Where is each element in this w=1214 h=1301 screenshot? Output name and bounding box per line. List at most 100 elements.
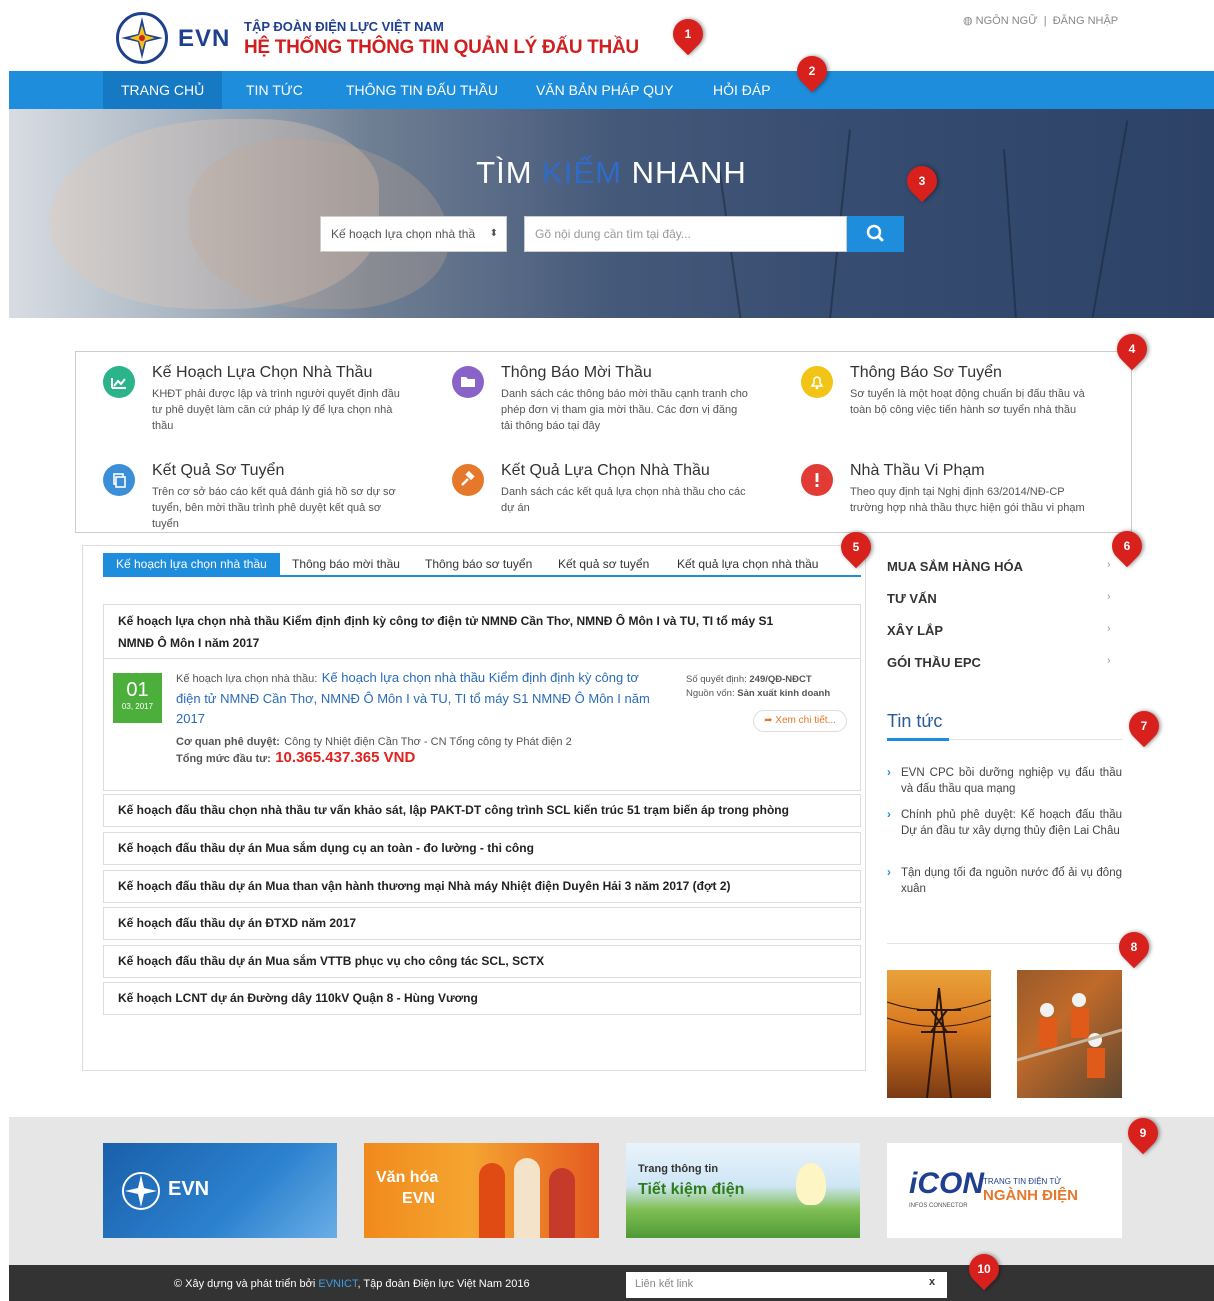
featured-title-line1: Kế hoạch lựa chọn nhà thầu Kiểm định địn… [118,614,774,628]
copyright: © Xây dựng và phát triển bởi EVNICT, Tập… [174,1278,530,1290]
service-desc: Theo quy định tại Nghị định 63/2014/NĐ-C… [850,486,1085,514]
service-desc: Sơ tuyển là một hoạt động chuẩn bị đấu t… [850,388,1085,416]
banner-evn[interactable]: EVN [103,1143,337,1238]
decision-value: 249/QĐ-NĐCT [749,674,812,685]
annotation-marker: 2 [790,49,834,93]
quick-search-hero: TÌM KIẾM NHANH Kế hoạch lựa chọn nhà thầ… [9,109,1214,318]
service-title: Thông Báo Mời Thầu [501,364,652,381]
system-name: HỆ THỐNG THÔNG TIN QUẢN LÝ ĐẤU THẦU [244,37,639,58]
annotation-marker: 10 [962,1247,1006,1291]
service-desc: Danh sách các kết quả lựa chọn nhà thầu … [501,486,746,514]
featured-title-line2: NMNĐ Ô Môn I năm 2017 [118,636,260,650]
service-title: Thông Báo Sơ Tuyển [850,364,1002,381]
plan-item[interactable]: Kế hoạch đấu thầu dự án Mua than vận hàn… [103,870,861,903]
banner-icon-news[interactable]: iCON INFOS CONNECTOR TRANG TIN ĐIỆN TỬ N… [887,1143,1122,1238]
chevron-right-icon: › [1107,559,1111,571]
clear-icon[interactable]: x [929,1276,935,1288]
search-input[interactable]: Gõ nội dung cần tìm tại đây... [524,216,847,252]
nav-item-news[interactable]: TIN TỨC [246,71,303,109]
tab-selection-result[interactable]: Kết quả lựa chọn nhà thầu [677,553,818,575]
news-item[interactable]: › Tận dụng tối đa nguồn nước đổ ải vụ đô… [887,865,1122,897]
hero-title-right: NHANH [631,155,747,190]
tab-bar: Kế hoạch lựa chọn nhà thầu Thông báo mời… [103,553,861,577]
link-select-placeholder: Liên kết link [635,1278,694,1290]
category-label: GÓI THẦU EPC [887,655,981,670]
total-value: 10.365.437.365 VND [275,749,416,766]
banner-culture-line2: EVN [402,1190,435,1207]
search-type-select[interactable]: Kế hoạch lựa chọn nhà thầ ⬍ [320,216,507,252]
plan-info: Kế hoạch lựa chọn nhà thầu: Kế hoạch lựa… [176,668,666,729]
chevron-right-icon: › [887,867,891,879]
language-link[interactable]: NGÔN NGỮ [976,15,1038,27]
category-construction[interactable]: XÂY LẮP › [887,623,1117,638]
hero-title: TÌM KIẾM NHANH [9,155,1214,191]
annotation-marker: 3 [900,159,944,203]
chart-icon [103,366,135,398]
chevron-right-icon: › [1107,655,1111,667]
copyright-suffix: , Tập đoàn Điện lực Việt Nam 2016 [357,1278,530,1290]
category-consulting[interactable]: TƯ VẤN › [887,591,1117,606]
gallery-image-workers[interactable] [1017,970,1122,1098]
view-detail-button[interactable]: ➦ Xem chi tiết... [753,710,847,732]
news-underline [887,738,949,741]
globe-icon: ◍ [963,15,973,27]
plan-item[interactable]: Kế hoạch đấu thầu chọn nhà thầu tư vấn k… [103,794,861,827]
copyright-prefix: © Xây dựng và phát triển bởi [174,1278,319,1290]
banner-energy-saving[interactable]: Trang thông tin Tiết kiệm điện [626,1143,860,1238]
approver-row: Cơ quan phê duyệt: Công ty Nhiệt điện Cầ… [176,732,572,750]
gavel-icon [452,464,484,496]
evnict-link[interactable]: EVNICT [318,1278,357,1290]
news-item[interactable]: › Chính phủ phê duyệt: Kế hoạch đấu thầu… [887,807,1122,839]
hero-title-left: TÌM [476,155,533,190]
evn-logo-icon[interactable] [116,12,168,64]
tab-prequal-result[interactable]: Kết quả sơ tuyển [558,553,649,575]
org-name: TẬP ĐOÀN ĐIỆN LỰC VIỆT NAM [244,19,444,34]
banner-culture[interactable]: Văn hóa EVN [364,1143,599,1238]
category-epc[interactable]: GÓI THẦU EPC › [887,655,1117,670]
person-figure [549,1168,575,1238]
service-title: Kết Quả Sơ Tuyển [152,462,285,479]
tab-bid-invitation[interactable]: Thông báo mời thầu [292,553,400,575]
site-footer: © Xây dựng và phát triển bởi EVNICT, Tập… [9,1265,1214,1301]
news-item[interactable]: › EVN CPC bồi dưỡng nghiệp vụ đấu thầu v… [887,765,1122,797]
plan-item[interactable]: Kế hoạch đấu thầu dự án Mua sắm dụng cụ … [103,832,861,865]
plan-item[interactable]: Kế hoạch LCNT dự án Đường dây 110kV Quận… [103,982,861,1015]
category-goods[interactable]: MUA SẮM HÀNG HÓA › [887,559,1117,574]
banner-icon-line1: TRANG TIN ĐIỆN TỬ [983,1177,1062,1186]
search-button[interactable] [847,216,904,252]
plan-item[interactable]: Kế hoạch đấu thầu dự án Mua sắm VTTB phụ… [103,945,861,978]
banner-culture-line1: Văn hóa [376,1169,439,1186]
tab-bidding-plan[interactable]: Kế hoạch lựa chọn nhà thầu [103,553,280,575]
search-icon [866,224,884,242]
logo-text[interactable]: EVN [178,25,230,53]
copy-icon [103,464,135,496]
separator: | [1043,15,1047,27]
service-desc: Trên cơ sở báo cáo kết quả đánh giá hồ s… [152,486,396,530]
tab-prequalification[interactable]: Thông báo sơ tuyển [425,553,532,575]
plan-item-title: Kế hoạch đấu thầu dự án Mua than vận hàn… [118,879,731,893]
main-nav: TRANG CHỦ TIN TỨC THÔNG TIN ĐẤU THẦU VĂN… [9,71,1214,109]
news-item-text: EVN CPC bồi dưỡng nghiệp vụ đấu thầu và … [901,767,1122,795]
login-link[interactable]: ĐĂNG NHẬP [1053,15,1118,27]
service-title: Kết Quả Lựa Chọn Nhà Thầu [501,462,710,479]
hero-title-mid: KIẾM [542,155,622,190]
plan-item[interactable]: Kế hoạch đấu thầu dự án ĐTXD năm 2017 [103,907,861,940]
bell-icon [801,366,833,398]
gallery-image-power-tower[interactable] [887,970,991,1098]
nav-item-home[interactable]: TRANG CHỦ [103,71,223,109]
service-desc: Danh sách các thông báo mời thầu cạnh tr… [501,388,748,432]
plan-label: Kế hoạch lựa chọn nhà thầu: [176,673,318,685]
news-item-text: Chính phủ phê duyệt: Kế hoạch đấu thầu D… [901,809,1122,837]
nav-item-legal-docs[interactable]: VĂN BẢN PHÁP QUY [536,71,673,109]
decision-row: Số quyết định: 249/QĐ-NĐCT [686,674,812,685]
nav-item-bidding-info[interactable]: THÔNG TIN ĐẤU THẦU [346,71,498,109]
source-value: Sản xuất kinh doanh [737,688,831,699]
chevron-right-icon: › [1107,623,1111,635]
featured-plan-header[interactable]: Kế hoạch lựa chọn nhà thầu Kiểm định địn… [103,604,861,659]
plan-item-title: Kế hoạch đấu thầu dự án Mua sắm VTTB phụ… [118,954,545,968]
nav-item-faq[interactable]: HỎI ĐÁP [713,71,771,109]
source-label: Nguồn vốn: [686,688,735,699]
link-select[interactable]: Liên kết link x [626,1272,947,1298]
total-row: Tổng mức đầu tư: 10.365.437.365 VND [176,749,415,767]
chevron-right-icon: › [887,767,891,779]
